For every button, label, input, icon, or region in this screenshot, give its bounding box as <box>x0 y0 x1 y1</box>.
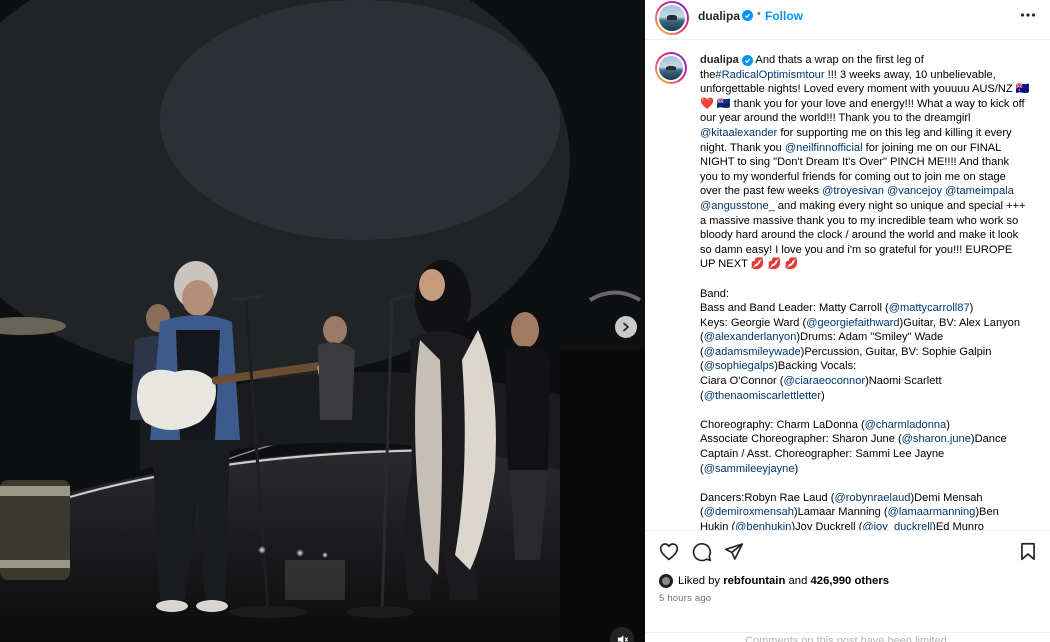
mention-link[interactable]: @sophiegalps <box>704 360 774 372</box>
author-avatar[interactable] <box>655 1 689 35</box>
hashtag-link[interactable]: #RadicalOptimismtour <box>715 69 824 81</box>
comments-section[interactable]: dualipa And thats a wrap on the first le… <box>645 40 1050 530</box>
concert-photo <box>0 0 645 642</box>
mention-link[interactable]: @angusstone_ <box>700 200 775 212</box>
mute-icon <box>617 634 628 642</box>
mention-link[interactable]: @sammileeyjayne <box>704 463 795 475</box>
next-slide-button[interactable] <box>615 316 637 338</box>
mention-link[interactable]: @alexanderlanyon <box>704 331 797 343</box>
caption-text-segment: )Lamaar Manning ( <box>793 506 888 519</box>
caption-text-segment: and making every night so unique and spe… <box>700 199 1026 315</box>
mention-link[interactable]: @benhukin <box>735 521 791 530</box>
verified-badge-icon <box>741 55 753 66</box>
comments-limited-notice: Comments on this post have been limited. <box>645 632 1050 642</box>
mention-link[interactable]: @mattycarroll87 <box>889 302 970 314</box>
liker-username[interactable]: rebfountain <box>723 575 785 587</box>
mention-link[interactable]: @demiroxmensah <box>704 506 794 518</box>
post-caption: dualipa And thats a wrap on the first le… <box>700 53 1030 530</box>
mention-link[interactable]: @sharon.june <box>902 433 971 445</box>
mention-link[interactable]: @ciaraeoconnor <box>784 375 866 387</box>
mention-link[interactable]: @joy_duckrell <box>862 521 932 530</box>
post-media[interactable] <box>0 0 645 642</box>
mention-link[interactable]: @georgiefaithward <box>806 317 899 329</box>
caption-text: And thats a wrap on the first leg of the… <box>700 54 1033 530</box>
mention-link[interactable]: @kitaalexander <box>700 127 777 139</box>
separator-dot: • <box>757 8 761 20</box>
mention-link[interactable]: @lamaarmanning <box>888 506 976 518</box>
likes-summary: Liked by rebfountain and 426,990 others <box>659 574 889 588</box>
mention-link[interactable]: @neilfinnofficial <box>785 142 863 154</box>
mention-link[interactable]: @tameimpala <box>945 185 1014 197</box>
likes-prefix: Liked by <box>678 575 721 587</box>
mention-link[interactable]: @adamsmileywade <box>704 346 801 358</box>
likes-and: and <box>788 575 808 587</box>
liker-avatar[interactable] <box>659 574 673 588</box>
post-actions: Liked by rebfountain and 426,990 others … <box>645 530 1050 642</box>
caption-author-avatar[interactable] <box>655 52 687 84</box>
post-panel: dualipa • Follow dualipa And thats a wra… <box>645 0 1050 642</box>
heart-icon[interactable] <box>659 542 679 561</box>
comment-icon[interactable] <box>692 542 712 562</box>
mention-link[interactable]: @thenaomiscarlettletter <box>704 390 821 402</box>
share-icon[interactable] <box>724 542 744 561</box>
next-slide-icon <box>623 322 629 332</box>
follow-button[interactable]: Follow <box>765 9 803 23</box>
mention-link[interactable]: @vancejoy <box>887 185 942 197</box>
caption-text-segment <box>1014 185 1017 197</box>
caption-username[interactable]: dualipa <box>700 54 739 66</box>
verified-badge-icon <box>742 10 753 21</box>
mention-link[interactable]: @robynraelaud <box>834 492 910 504</box>
caption-text-segment: )Ed Munro <box>932 521 984 530</box>
likes-count[interactable]: 426,990 others <box>811 575 890 587</box>
author-username[interactable]: dualipa <box>698 9 740 23</box>
post-timestamp[interactable]: 5 hours ago <box>659 593 711 604</box>
mention-link[interactable]: @troyesivan <box>822 185 884 197</box>
bookmark-icon[interactable] <box>1020 542 1036 561</box>
post-header: dualipa • Follow <box>645 0 1050 40</box>
caption-text-segment: )Joy Duckrell ( <box>791 521 863 530</box>
mention-link[interactable]: @charmladonna <box>865 419 947 431</box>
more-options-icon[interactable] <box>1020 12 1036 18</box>
